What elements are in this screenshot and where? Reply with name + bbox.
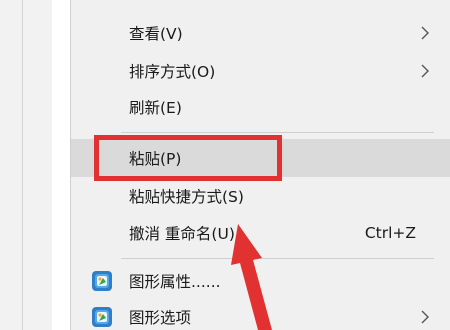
menu-separator [121,132,434,133]
menu-item-refresh[interactable]: 刷新(E) [71,88,450,126]
chevron-right-icon [421,64,429,78]
menu-item-label: 撤消 重命名(U) [129,225,235,243]
menu-item-label: 图形选项 [129,309,192,327]
menu-item-label: 粘贴(P) [129,150,182,168]
menu-item-view[interactable]: 查看(V) [71,14,450,52]
menu-item-undo-rename[interactable]: 撤消 重命名(U) Ctrl+Z [71,214,450,252]
intel-graphics-icon [92,271,112,291]
menu-item-paste-shortcut[interactable]: 粘贴快捷方式(S) [71,177,450,215]
chevron-right-icon [421,310,429,324]
context-menu: 查看(V) 排序方式(O) 刷新(E) 粘贴(P) 粘贴快捷方式(S) 撤消 重… [70,0,450,330]
menu-item-graphics-properties[interactable]: 图形属性...... [71,262,450,300]
menu-item-graphics-options[interactable]: 图形选项 [71,298,450,330]
desktop-background [0,0,52,330]
menu-item-sort-by[interactable]: 排序方式(O) [71,52,450,90]
menu-item-paste[interactable]: 粘贴(P) [71,139,450,177]
menu-item-label: 查看(V) [129,25,183,43]
menu-item-label: 粘贴快捷方式(S) [129,188,244,206]
menu-separator [121,258,434,259]
window-edge [22,0,23,330]
menu-item-label: 刷新(E) [129,99,182,117]
intel-graphics-icon [92,307,112,327]
menu-item-label: 图形属性...... [129,273,221,291]
menu-item-label: 排序方式(O) [129,63,216,81]
chevron-right-icon [421,26,429,40]
screenshot-stage: 查看(V) 排序方式(O) 刷新(E) 粘贴(P) 粘贴快捷方式(S) 撤消 重… [0,0,450,330]
menu-item-shortcut: Ctrl+Z [364,224,416,242]
